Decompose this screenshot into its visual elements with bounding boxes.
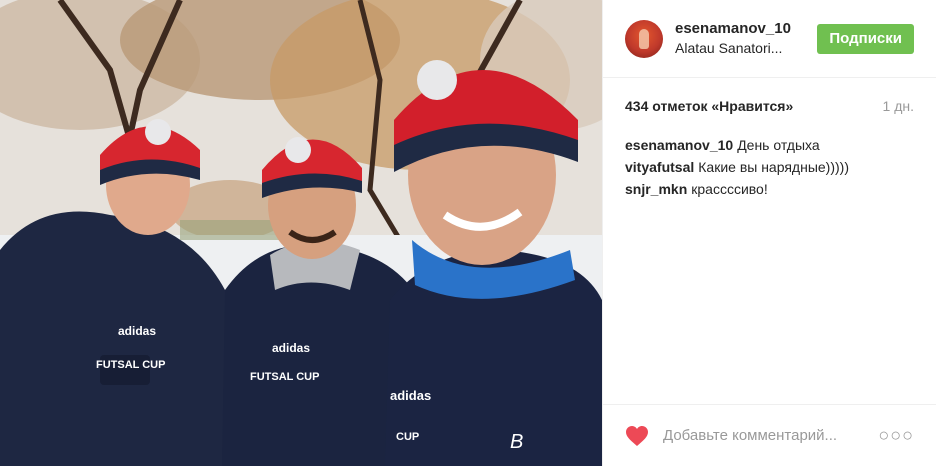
like-heart-icon[interactable] <box>625 425 649 447</box>
svg-text:adidas: adidas <box>272 341 310 355</box>
comment-item: vityafutsal Какие вы нарядные))))) <box>625 156 914 178</box>
comment-text: Какие вы нарядные))))) <box>698 159 849 175</box>
comment-item: snjr_mkn крассссиво! <box>625 178 914 200</box>
svg-text:adidas: adidas <box>390 388 431 403</box>
post-header: esenamanov_10 Alatau Sanatori... Подписк… <box>603 0 936 78</box>
likes-count[interactable]: 434 отметок «Нравится» <box>625 98 793 114</box>
comment-text: крассссиво! <box>691 181 768 197</box>
svg-text:CUP: CUP <box>396 431 419 443</box>
post-stats: 434 отметок «Нравится» 1 дн. <box>603 98 936 114</box>
comment-input[interactable] <box>661 426 879 445</box>
comment-username[interactable]: snjr_mkn <box>625 181 687 197</box>
author-username[interactable]: esenamanov_10 <box>675 20 817 38</box>
selfie-image: adidas FUTSAL CUP adidas FUTSAL CUP adid… <box>0 0 602 466</box>
author-avatar[interactable] <box>625 19 663 58</box>
more-options-icon[interactable]: ○○○ <box>878 425 914 446</box>
instagram-post: adidas FUTSAL CUP adidas FUTSAL CUP adid… <box>0 0 936 466</box>
comment-username[interactable]: vityafutsal <box>625 159 694 175</box>
comments-list: esenamanov_10 День отдыха vityafutsal Каки… <box>603 134 936 200</box>
post-photo[interactable]: adidas FUTSAL CUP adidas FUTSAL CUP adid… <box>0 0 602 466</box>
post-location[interactable]: Alatau Sanatori... <box>675 39 793 57</box>
svg-text:B: B <box>510 431 523 453</box>
comment-item: esenamanov_10 День отдыха <box>625 134 914 156</box>
comment-bar: ○○○ <box>603 404 936 466</box>
svg-text:FUTSAL CUP: FUTSAL CUP <box>96 359 165 371</box>
person-right <box>385 60 602 466</box>
comment-username[interactable]: esenamanov_10 <box>625 137 733 153</box>
post-time[interactable]: 1 дн. <box>883 98 914 114</box>
svg-text:adidas: adidas <box>118 324 156 338</box>
author-info: esenamanov_10 Alatau Sanatori... <box>675 20 817 57</box>
post-sidebar: esenamanov_10 Alatau Sanatori... Подписк… <box>602 0 936 466</box>
follow-button[interactable]: Подписки <box>817 23 914 54</box>
comment-text: День отдыха <box>737 137 820 153</box>
svg-text:FUTSAL CUP: FUTSAL CUP <box>250 371 319 383</box>
